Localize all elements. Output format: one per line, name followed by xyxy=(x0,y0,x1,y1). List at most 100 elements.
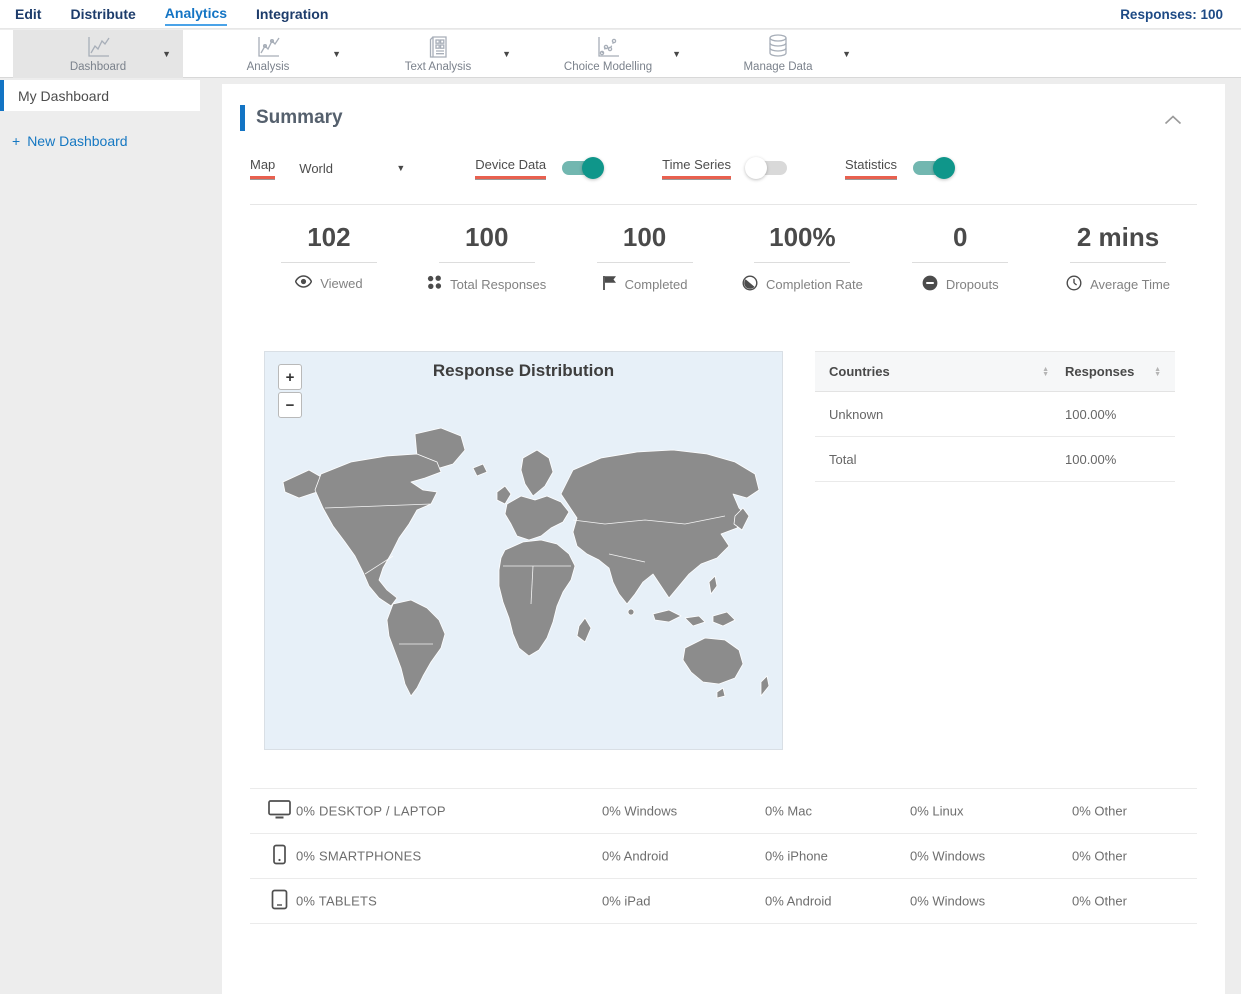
map-region-select[interactable]: World ▼ xyxy=(299,161,405,176)
country-cell: Unknown xyxy=(829,406,884,422)
toolbar-item-label: Choice Modelling xyxy=(563,61,653,73)
toolbar-item-label: Dashboard xyxy=(69,61,127,73)
map-zoom-in-button[interactable]: + xyxy=(278,364,302,390)
toolbar-analysis[interactable]: Analysis ▼ xyxy=(183,30,353,78)
stat-label: Total Responses xyxy=(450,276,547,292)
nav-distribute[interactable]: Distribute xyxy=(70,3,135,25)
device-stat: 0% Linux xyxy=(910,803,964,819)
nav-analytics[interactable]: Analytics xyxy=(164,2,228,26)
device-data-table: 0% DESKTOP / LAPTOP 0% Windows 0% Mac 0%… xyxy=(250,788,1197,924)
clock-icon xyxy=(1066,275,1082,294)
responses-cell: 100.00% xyxy=(1065,406,1117,422)
map-section: Response Distribution + − Countries ▲ ▼ … xyxy=(250,351,1197,750)
chevron-down-icon: ▼ xyxy=(162,49,171,59)
map-asia xyxy=(560,449,760,605)
map-europe xyxy=(504,495,570,541)
map-uk xyxy=(496,485,512,505)
toggle-knob xyxy=(933,157,955,179)
database-icon xyxy=(765,34,791,59)
table-row-tablets: 0% TABLETS 0% iPad 0% Android 0% Windows… xyxy=(250,879,1197,924)
panel-title: Summary xyxy=(256,107,343,128)
responses-count[interactable]: Responses: 100 xyxy=(1120,7,1223,22)
accent-bar xyxy=(240,105,245,131)
stat-completed: 100 Completed xyxy=(566,222,724,294)
map-region-value: World xyxy=(299,160,334,176)
world-map[interactable] xyxy=(265,404,784,734)
toolbar-manage-data[interactable]: Manage Data ▼ xyxy=(693,30,863,78)
toolbar-dashboard[interactable]: Dashboard ▼ xyxy=(13,30,183,78)
chevron-down-icon: ▼ xyxy=(332,49,341,59)
map-sri-lanka xyxy=(627,608,635,616)
table-row-desktop: 0% DESKTOP / LAPTOP 0% Windows 0% Mac 0%… xyxy=(250,789,1197,834)
map-indonesia-east xyxy=(684,615,706,627)
smartphone-icon xyxy=(268,844,291,868)
device-label: 0% SMARTPHONES xyxy=(296,848,422,864)
tablet-icon xyxy=(268,889,291,913)
device-stat: 0% Other xyxy=(1072,848,1127,864)
stat-label: Viewed xyxy=(320,275,363,291)
stat-completion-rate: 100% Completion Rate xyxy=(723,222,881,294)
device-stat: 0% iPhone xyxy=(765,848,828,864)
device-stat: 0% Android xyxy=(602,848,669,864)
sidebar-item-my-dashboard[interactable]: My Dashboard xyxy=(0,80,200,111)
controls-row: Map World ▼ Device Data Time Series Stat… xyxy=(250,157,1197,179)
statistics-toggle[interactable] xyxy=(913,157,955,179)
divider xyxy=(1070,262,1167,263)
page: Edit Distribute Analytics Integration Re… xyxy=(0,0,1241,994)
divider xyxy=(250,204,1197,205)
collapse-chevron-up-icon[interactable] xyxy=(1164,112,1182,130)
stats-row: 102 Viewed 100 Total Responses 100 Compl… xyxy=(250,222,1197,294)
stat-label: Average Time xyxy=(1090,277,1171,292)
analysis-chart-icon xyxy=(255,35,281,59)
responses-column-header[interactable]: Responses ▲ ▼ xyxy=(1065,364,1161,379)
chevron-down-icon: ▼ xyxy=(502,49,511,59)
nav-edit[interactable]: Edit xyxy=(15,3,41,25)
map-indonesia xyxy=(652,609,682,623)
stat-value: 102 xyxy=(307,222,351,252)
table-row: Unknown 100.00% xyxy=(815,392,1175,437)
divider xyxy=(912,262,1009,263)
device-stat: 0% Android xyxy=(765,893,832,909)
sidebar-item-label: My Dashboard xyxy=(18,87,110,104)
time-series-label: Time Series xyxy=(662,157,731,179)
sort-icon[interactable]: ▲ ▼ xyxy=(1154,366,1161,378)
map-new-zealand xyxy=(760,675,770,697)
device-stat: 0% Windows xyxy=(910,848,986,864)
toolbar-item-label: Analysis xyxy=(246,61,290,73)
map-iceland xyxy=(472,463,488,477)
map-new-guinea xyxy=(712,611,736,627)
dots-grid-icon xyxy=(427,275,442,293)
device-stat: 0% Windows xyxy=(910,893,986,909)
countries-table: Countries ▲ ▼ Responses ▲ ▼ Unknown 100.00… xyxy=(815,351,1175,750)
summary-header: Summary xyxy=(240,84,1197,131)
stat-value: 100 xyxy=(465,222,509,252)
countries-column-header[interactable]: Countries ▲ ▼ xyxy=(829,364,1065,379)
device-stat: 0% iPad xyxy=(602,893,651,909)
toolbar-choice-modelling[interactable]: Choice Modelling ▼ xyxy=(523,30,693,78)
device-stat: 0% Other xyxy=(1072,803,1127,819)
divider xyxy=(438,262,535,263)
chevron-down-icon: ▼ xyxy=(672,49,681,59)
sort-icon[interactable]: ▲ ▼ xyxy=(1042,366,1049,378)
eye-icon xyxy=(294,275,313,291)
device-label: 0% TABLETS xyxy=(296,893,377,909)
toggle-knob xyxy=(582,157,605,179)
time-series-toggle[interactable] xyxy=(744,157,787,179)
map-australia xyxy=(682,637,744,685)
countries-table-header: Countries ▲ ▼ Responses ▲ ▼ xyxy=(815,351,1175,392)
map-title: Response Distribution xyxy=(432,361,615,380)
new-dashboard-button[interactable]: + New Dashboard xyxy=(12,133,200,149)
toolbar-text-analysis[interactable]: Text Analysis ▼ xyxy=(353,30,523,78)
plus-icon: + xyxy=(12,133,21,149)
map-madagascar xyxy=(576,617,592,643)
stat-label: Completion Rate xyxy=(765,277,863,292)
nav-integration[interactable]: Integration xyxy=(256,3,328,25)
countries-header-label: Countries xyxy=(829,364,890,379)
table-row-smartphones: 0% SMARTPHONES 0% Android 0% iPhone 0% W… xyxy=(250,834,1197,879)
device-data-toggle[interactable] xyxy=(562,157,605,179)
summary-panel: Summary Map World ▼ Device Data Time Ser… xyxy=(222,84,1225,994)
choice-modelling-scatter-icon xyxy=(595,35,621,59)
table-row: Total 100.00% xyxy=(815,437,1175,482)
minus-circle-icon xyxy=(922,275,938,294)
stat-label: Dropouts xyxy=(945,277,999,292)
